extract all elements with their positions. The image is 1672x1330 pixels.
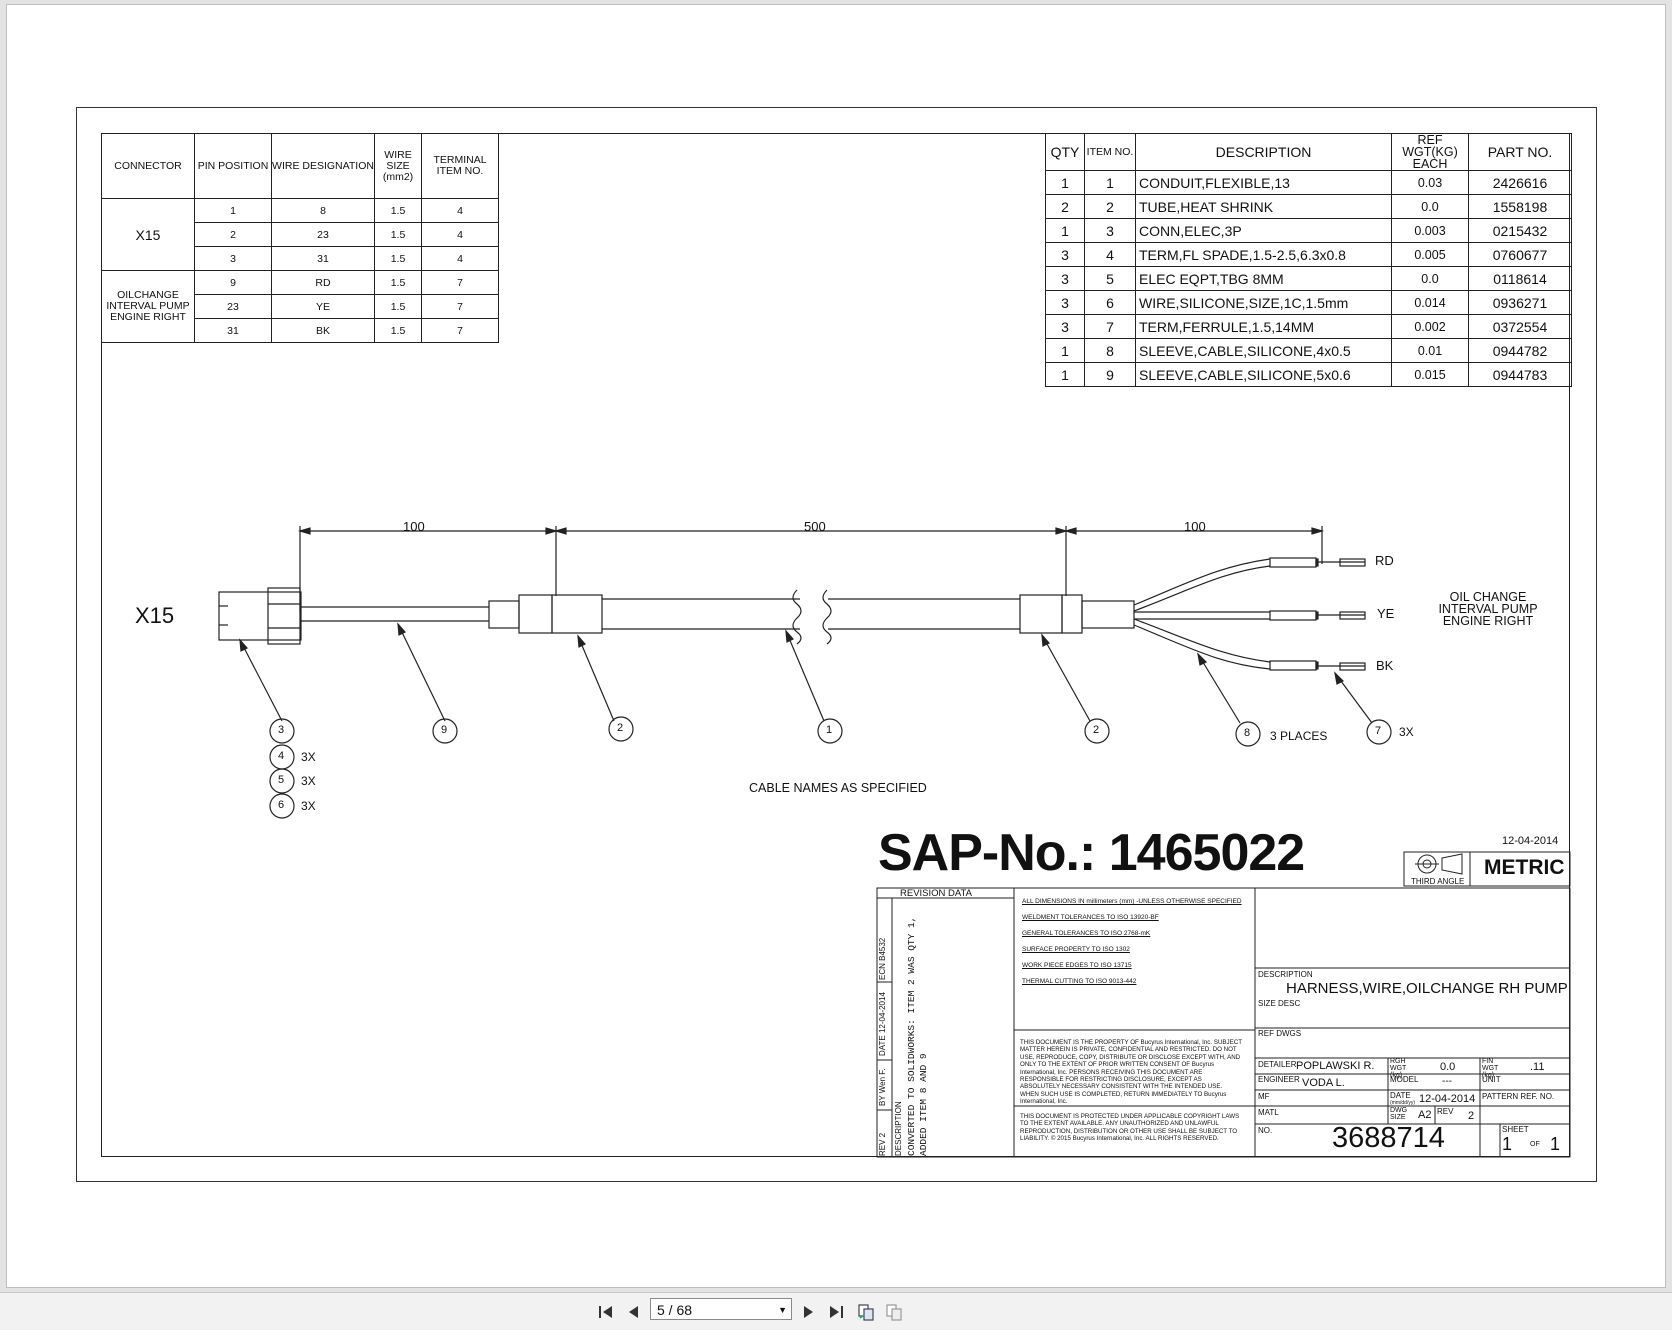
metric-label: METRIC [1484,856,1565,879]
model-label: MODEL [1390,1075,1419,1084]
balloon-2-right: 2 [1093,724,1100,736]
balloon-2-left: 2 [617,722,624,734]
matl-label: MATL [1258,1108,1279,1117]
drawing-no-label: NO. [1258,1126,1273,1135]
rev-description-line2: ADDED ITEM 8 AND 9 [918,1053,929,1156]
qty-3x-item6: 3X [301,799,316,813]
dwg-size-label: DWG SIZE [1390,1107,1408,1121]
rgh-wgt-value: 0.0 [1440,1061,1456,1073]
qty-3x-item5: 3X [301,774,316,788]
rev-block-value: 2 [1468,1110,1475,1122]
description-label: DESCRIPTION [1258,970,1313,979]
note-weldment: WELDMENT TOLERANCES TO ISO 13920-BF [1022,914,1159,921]
dwg-size-value: A2 [1418,1109,1432,1121]
wire-label-bk: BK [1376,658,1394,673]
copyright-notice: THIS DOCUMENT IS PROTECTED UNDER APPLICA… [1020,1113,1240,1143]
page-number-field[interactable]: 5 / 68 ▼ [650,1298,792,1320]
balloon-9: 9 [441,724,448,736]
end-label-oil-change-pump: OIL CHANGE INTERVAL PUMP ENGINE RIGHT [1438,590,1538,628]
rev-description-line1: CONVERTED TO SOLIDWORKS: ITEM 2 WAS QTY … [906,916,917,1156]
document-viewport[interactable]: CONNECTOR PIN POSITION WIRE DESIGNATION … [0,0,1672,1292]
dim-500: 500 [804,519,826,534]
rev-label: REV 2 [878,1132,887,1156]
drawing-number: 3688714 [1332,1122,1445,1154]
dimension-lines [297,526,1325,612]
third-angle-label: THIRD ANGLE [1411,877,1465,886]
note-edges: WORK PIECE EDGES TO ISO 13715 [1022,962,1132,969]
page-layout-icon[interactable] [856,1302,876,1322]
ecn-label: ECN B4532 [878,937,887,980]
balloon-3: 3 [278,724,285,736]
wire-label-rd: RD [1375,553,1394,568]
fin-wgt-value: .11 [1530,1061,1545,1073]
balloon-6: 6 [278,799,285,811]
by-label: BY Wen F. [878,1068,887,1106]
drawing-description: HARNESS,WIRE,OILCHANGE RH PUMP [1286,980,1568,997]
engineer-label: ENGINEER [1258,1075,1300,1084]
rev-description-label: DESCRIPTION [894,1101,903,1156]
connector-x15-shape [218,587,302,645]
previous-page-icon[interactable] [624,1302,644,1322]
property-notice: THIS DOCUMENT IS THE PROPERTY OF Bucyrus… [1020,1039,1242,1106]
detailer-name: POPLAWSKI R. [1296,1060,1375,1072]
balloon-4: 4 [278,750,285,762]
next-page-icon[interactable] [798,1302,818,1322]
date-value: 12-04-2014 [1419,1093,1476,1105]
sheet-of-label: OF [1530,1141,1540,1148]
three-places-label: 3 PLACES [1270,729,1328,743]
ref-dwgs-label: REF DWGS [1258,1029,1302,1038]
cable-names-note: CABLE NAMES AS SPECIFIED [749,781,927,795]
size-desc-label: SIZE DESC [1258,999,1301,1008]
first-page-icon[interactable] [596,1302,616,1322]
dim-100-right: 100 [1184,519,1206,534]
model-value: --- [1442,1076,1452,1087]
engineer-name: VODA L. [1302,1077,1345,1089]
dim-100-left: 100 [403,519,425,534]
balloon-1: 1 [826,724,833,736]
sheet-number: 1 [1502,1134,1513,1154]
mf-label: MF [1258,1092,1270,1101]
balloon-7: 7 [1375,725,1382,737]
sap-number: SAP-No.: 1465022 [878,824,1305,882]
revision-data-header: REVISION DATA [900,888,972,899]
balloon-5: 5 [278,774,285,786]
leader-lines [239,622,1373,724]
sheet-label: SHEET [1502,1125,1529,1134]
rev-block-label: REV [1437,1107,1454,1116]
qty-3x-item4: 3X [301,750,316,764]
unit-label: UNIT [1482,1075,1501,1084]
viewer-toolbar [0,1292,1672,1330]
detailer-label: DETAILER [1258,1060,1297,1069]
pattern-ref-label: PATTERN REF. NO. [1482,1092,1555,1101]
qty-3x-item7: 3X [1399,725,1414,739]
page-number-text: 5 / 68 [657,1302,693,1318]
date-rev: DATE 12-04-2014 [878,992,887,1056]
note-surface: SURFACE PROPERTY TO ISO 1302 [1022,946,1130,953]
note-general-tol: GENERAL TOLERANCES TO ISO 2768-mK [1022,930,1151,937]
balloon-8: 8 [1244,727,1251,739]
chevron-down-icon[interactable]: ▼ [778,1299,787,1321]
connector-label-x15: X15 [135,603,175,628]
note-thermal: THERMAL CUTTING TO ISO 9013-442 [1022,978,1137,985]
sheet-total: 1 [1550,1134,1561,1154]
wire-label-ye: YE [1377,606,1395,621]
last-page-icon[interactable] [826,1302,846,1322]
page-layout-2-icon[interactable] [884,1302,904,1322]
date-top: 12-04-2014 [1502,835,1559,847]
note-dimensions: ALL DIMENSIONS IN millimeters (mm) -UNLE… [1022,898,1242,905]
